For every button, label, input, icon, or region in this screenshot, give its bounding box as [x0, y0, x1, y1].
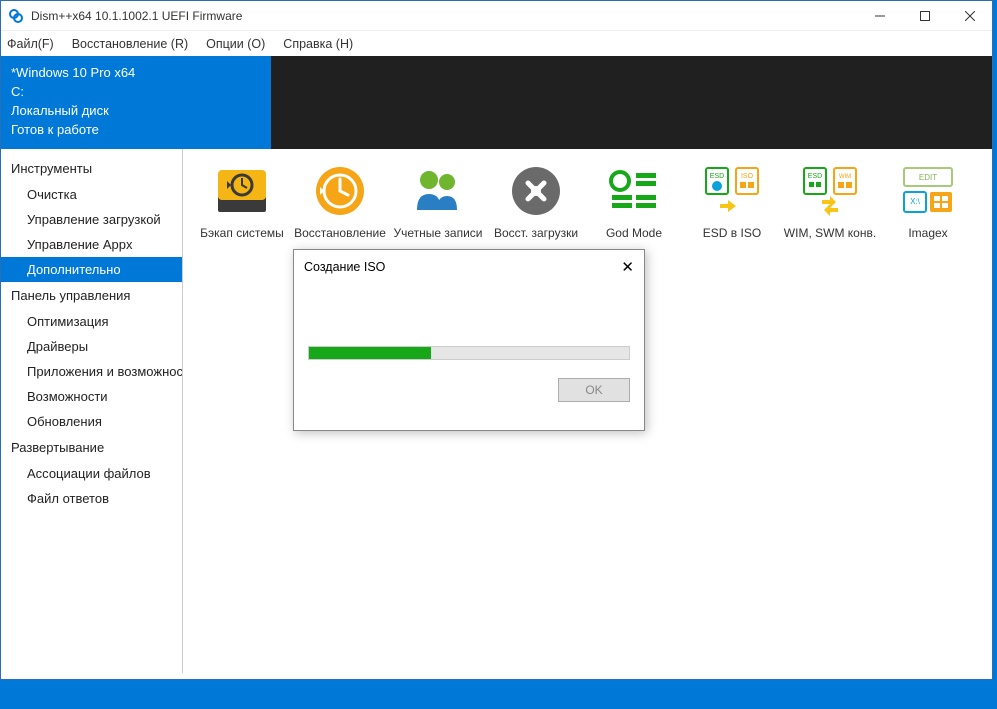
- esd-iso-icon: ESD ISO: [702, 163, 762, 218]
- main-panel: Бэкап системы Восстановление Учетные зап…: [183, 149, 992, 673]
- tool-label: Восстановление: [291, 226, 389, 240]
- app-window: Dism++x64 10.1.1002.1 UEFI Firmware Файл…: [0, 0, 993, 680]
- tool-label: Учетные записи: [389, 226, 487, 240]
- sidebar-item-apps-features[interactable]: Приложения и возможности: [1, 359, 182, 384]
- tool-label: Восст. загрузки: [487, 226, 585, 240]
- sidebar-head-control: Панель управления: [1, 282, 182, 309]
- dialog-title: Создание ISO: [304, 260, 385, 274]
- dialog-ok-button[interactable]: OK: [558, 378, 630, 402]
- tool-esd-iso[interactable]: ESD ISO ESD в ISO: [683, 163, 781, 240]
- svg-text:X:\: X:\: [910, 197, 921, 206]
- svg-text:ESD: ESD: [710, 173, 724, 180]
- sidebar-item-boot-manage[interactable]: Управление загрузкой: [1, 207, 182, 232]
- tool-label: WIM, SWM конв.: [781, 226, 879, 240]
- svg-text:ISO: ISO: [741, 173, 754, 180]
- tool-label: Бэкап системы: [193, 226, 291, 240]
- imagex-icon: EDIT X:\: [898, 163, 958, 218]
- dialog-button-row: OK: [294, 360, 644, 412]
- accounts-icon: [408, 163, 468, 218]
- god-mode-icon: [604, 163, 664, 218]
- sidebar-item-optimize[interactable]: Оптимизация: [1, 309, 182, 334]
- tool-label: ESD в ISO: [683, 226, 781, 240]
- tool-boot-repair[interactable]: Восст. загрузки: [487, 163, 585, 240]
- sidebar-item-advanced[interactable]: Дополнительно: [1, 257, 182, 282]
- tool-label: God Mode: [585, 226, 683, 240]
- window-title: Dism++x64 10.1.1002.1 UEFI Firmware: [31, 9, 857, 23]
- close-button[interactable]: [947, 1, 992, 31]
- titlebar: Dism++x64 10.1.1002.1 UEFI Firmware: [1, 1, 992, 31]
- menu-file[interactable]: Файл(F): [7, 37, 54, 51]
- maximize-button[interactable]: [902, 1, 947, 31]
- restore-icon: [310, 163, 370, 218]
- tool-imagex[interactable]: EDIT X:\ Imagex: [879, 163, 977, 240]
- tool-grid: Бэкап системы Восстановление Учетные зап…: [193, 163, 982, 262]
- minimize-button[interactable]: [857, 1, 902, 31]
- sidebar-item-answer-file[interactable]: Файл ответов: [1, 486, 182, 511]
- svg-text:EDIT: EDIT: [919, 173, 937, 182]
- sidebar-item-drivers[interactable]: Драйверы: [1, 334, 182, 359]
- window-controls: [857, 1, 992, 31]
- progress-bar: [308, 346, 630, 360]
- tool-label: Imagex: [879, 226, 977, 240]
- app-icon: [7, 7, 25, 25]
- tool-restore[interactable]: Восстановление: [291, 163, 389, 240]
- svg-text:ESD: ESD: [808, 173, 822, 180]
- header-dark-strip: [271, 56, 992, 153]
- content-area: Инструменты Очистка Управление загрузкой…: [1, 147, 992, 673]
- dialog-titlebar: Создание ISO ✕: [294, 250, 644, 284]
- sidebar-item-updates[interactable]: Обновления: [1, 409, 182, 434]
- dialog-close-button[interactable]: ✕: [621, 258, 634, 276]
- sidebar-item-appx[interactable]: Управление Appx: [1, 232, 182, 257]
- create-iso-dialog: Создание ISO ✕ OK: [293, 249, 645, 431]
- menu-help[interactable]: Справка (H): [283, 37, 353, 51]
- sidebar: Инструменты Очистка Управление загрузкой…: [1, 149, 183, 673]
- svg-text:WIM: WIM: [839, 174, 851, 180]
- taskbar: [0, 680, 997, 709]
- tool-wim-swm[interactable]: ESD WIM WIM, SWM конв.: [781, 163, 879, 240]
- boot-repair-icon: [506, 163, 566, 218]
- tool-god-mode[interactable]: God Mode: [585, 163, 683, 240]
- sidebar-head-deploy: Развертывание: [1, 434, 182, 461]
- sidebar-head-tools: Инструменты: [1, 155, 182, 182]
- sidebar-item-file-assoc[interactable]: Ассоциации файлов: [1, 461, 182, 486]
- tool-backup[interactable]: Бэкап системы: [193, 163, 291, 240]
- wim-swm-icon: ESD WIM: [800, 163, 860, 218]
- menu-recover[interactable]: Восстановление (R): [72, 37, 188, 51]
- menu-options[interactable]: Опции (O): [206, 37, 265, 51]
- progress-fill: [309, 347, 431, 359]
- menubar: Файл(F) Восстановление (R) Опции (O) Спр…: [1, 31, 992, 56]
- sidebar-item-features[interactable]: Возможности: [1, 384, 182, 409]
- tool-accounts[interactable]: Учетные записи: [389, 163, 487, 240]
- sidebar-item-cleanup[interactable]: Очистка: [1, 182, 182, 207]
- backup-icon: [212, 163, 272, 218]
